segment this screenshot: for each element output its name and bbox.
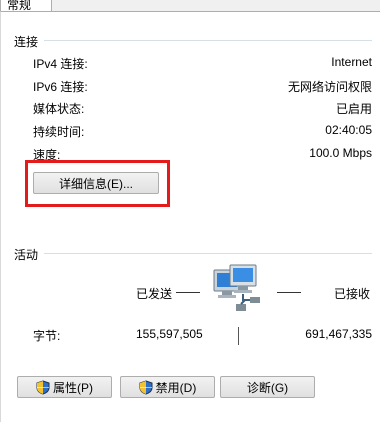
ipv4-value: Internet — [331, 55, 372, 69]
connection-group-divider — [44, 40, 372, 41]
ipv4-label: IPv4 连接: — [33, 57, 88, 71]
ipv6-value: 无网络访问权限 — [287, 80, 372, 94]
received-label: 已接收 — [334, 287, 371, 301]
bytes-separator — [238, 327, 239, 345]
duration-label: 持续时间: — [33, 125, 85, 139]
status-panel — [0, 11, 380, 422]
duration-value: 02:40:05 — [325, 123, 372, 137]
connection-group-title: 连接 — [14, 35, 39, 49]
disable-button-label: 禁用(D) — [155, 381, 197, 395]
bytes-received-value: 691,467,335 — [305, 327, 372, 341]
network-computers-icon — [213, 264, 260, 311]
ipv6-label: IPv6 连接: — [33, 80, 88, 94]
activity-group-title: 活动 — [14, 248, 39, 262]
diagnose-button[interactable]: 诊断(G) — [220, 376, 315, 398]
received-dash — [277, 292, 301, 293]
activity-group-divider — [44, 253, 372, 254]
sent-dash — [176, 292, 200, 293]
disable-button[interactable]: 禁用(D) — [120, 376, 215, 398]
bytes-label: 字节: — [33, 329, 61, 343]
properties-button-label: 属性(P) — [53, 381, 93, 395]
speed-value: 100.0 Mbps — [309, 146, 372, 160]
uac-shield-icon — [36, 380, 50, 395]
media-state-label: 媒体状态: — [33, 102, 85, 116]
uac-shield-icon — [139, 380, 153, 395]
media-state-value: 已启用 — [335, 102, 372, 116]
sent-label: 已发送 — [136, 287, 173, 301]
details-button[interactable]: 详细信息(E)... — [33, 172, 159, 194]
bytes-sent-value: 155,597,505 — [136, 327, 203, 341]
properties-button[interactable]: 属性(P) — [17, 376, 112, 398]
